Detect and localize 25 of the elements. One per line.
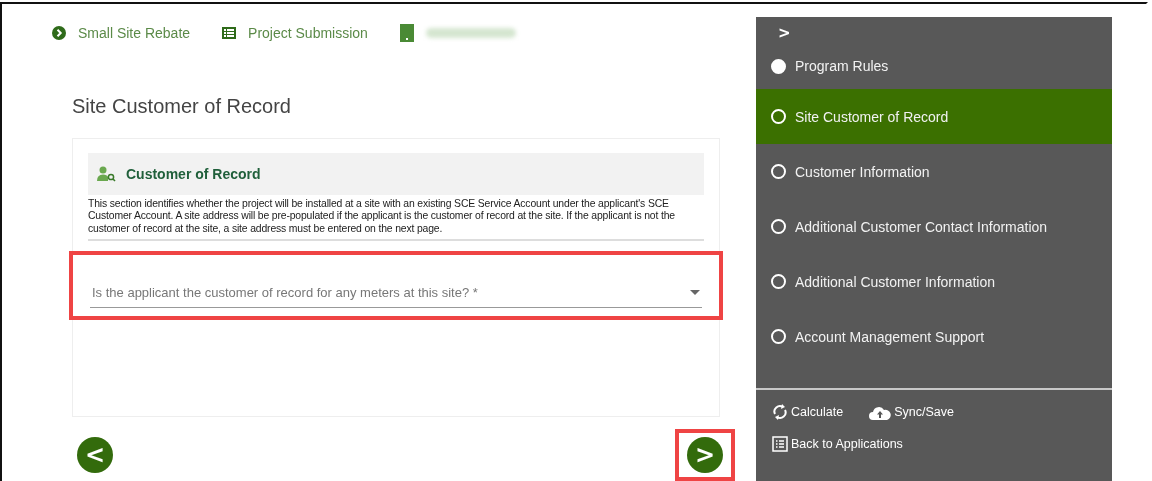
document-icon [399, 23, 414, 42]
sidebar-action-link[interactable]: Sync/Save [869, 404, 954, 420]
breadcrumb-link[interactable]: Small Site Rebate [52, 24, 191, 41]
previous-button[interactable]: < [77, 437, 113, 473]
cloud-upload-icon [869, 404, 892, 420]
section-title: Customer of Record [126, 165, 261, 182]
list-icon [772, 436, 788, 452]
refresh-icon [772, 404, 788, 420]
sidebar-action-link[interactable]: Back to Applications [772, 436, 1112, 452]
section-description: This section identifies whether the project will be installed at a site with an existing SCE Service Account under the applicant's SCE Customer Account. A site address will be pre-populated if the applicant is the customer of record at the site. If the applicant is not the customer of record at the site, a site address must be entered on the next page. [88, 197, 704, 242]
sidebar-action-link[interactable]: Calculate [772, 404, 844, 420]
step-item[interactable]: Additional Customer Information [756, 254, 1112, 309]
next-button[interactable]: > [687, 437, 723, 473]
breadcrumb-link[interactable]: Project Submission [222, 24, 368, 41]
step-item[interactable]: Account Management Support [756, 309, 1112, 364]
step-item[interactable]: Additional Customer Contact Information [756, 199, 1112, 254]
user-search-icon [96, 165, 116, 182]
page-title: Site Customer of Record [72, 94, 292, 118]
caret-icon [690, 289, 700, 296]
expand-button[interactable]: > [756, 17, 796, 43]
chevron-icon [52, 25, 66, 40]
step-item[interactable]: Program Rules [756, 43, 1112, 89]
step-item[interactable]: Site Customer of Record [756, 89, 1112, 144]
step-item[interactable]: Customer Information [756, 144, 1112, 199]
list-icon [222, 26, 237, 39]
